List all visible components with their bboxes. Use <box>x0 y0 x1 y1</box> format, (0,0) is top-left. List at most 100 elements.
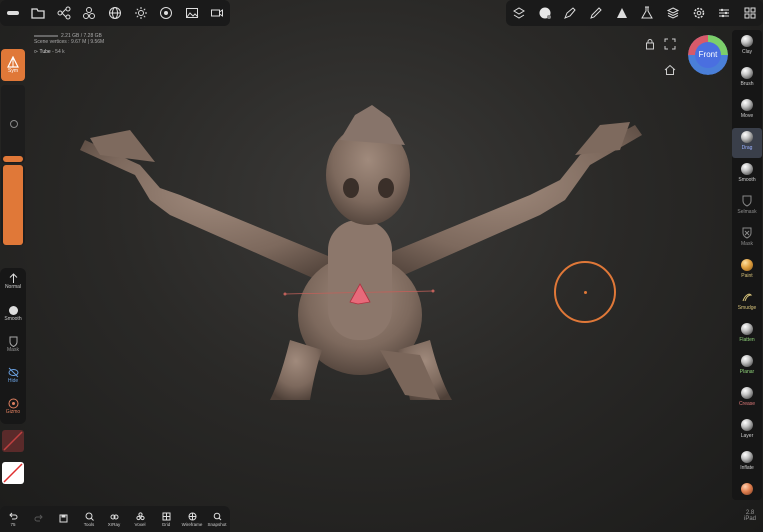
object-name[interactable]: ⊳ Tube - 54 k <box>34 49 65 55</box>
undo-button[interactable]: 75 <box>0 506 26 532</box>
wireframe-button[interactable]: Wireframe <box>179 506 205 532</box>
pill-icon[interactable] <box>0 0 26 26</box>
tool-next[interactable] <box>732 480 762 510</box>
tool-selmask[interactable]: Selmask <box>732 192 762 222</box>
memory-info: 2.21 GB / 7.28 GB Scene vertices : 9.67 … <box>34 33 104 45</box>
brush-cursor-center <box>584 291 587 294</box>
video-icon[interactable] <box>205 0 231 26</box>
undo-count: 75 <box>10 521 16 527</box>
symmetry-icon <box>7 56 19 68</box>
undo-icon <box>8 512 17 519</box>
gizmo-tool[interactable]: Gizmo <box>1 398 25 415</box>
sliders-icon[interactable] <box>712 0 738 26</box>
xray-button[interactable]: XrRay <box>101 506 127 532</box>
grid-button[interactable]: Grid <box>153 506 179 532</box>
tool-brush[interactable]: Brush <box>732 64 762 94</box>
grid-label: Grid <box>161 521 171 527</box>
snapshot-button[interactable]: Snapshot <box>204 506 230 532</box>
tool-mask[interactable]: Mask <box>732 224 762 254</box>
tool-clay[interactable]: Clay <box>732 32 762 62</box>
crease-icon <box>741 387 753 399</box>
grid-toggle-icon <box>162 512 170 520</box>
wireframe-icon <box>188 512 196 520</box>
redo-icon <box>34 514 43 522</box>
globe-icon[interactable] <box>102 0 128 26</box>
tool-smooth[interactable]: Smooth <box>732 160 762 190</box>
planar-icon <box>741 355 753 367</box>
hide-tool[interactable]: Hide <box>1 367 25 384</box>
stack-icon[interactable] <box>660 0 686 26</box>
flask-icon[interactable] <box>635 0 661 26</box>
tool-drag[interactable]: Drag <box>732 128 762 158</box>
next-tool-icon <box>741 483 753 495</box>
smooth-tool-label: Smooth <box>4 316 22 322</box>
snapshot-icon <box>213 512 221 520</box>
mask-tool[interactable]: Mask <box>1 336 25 353</box>
tool-layer[interactable]: Layer <box>732 416 762 446</box>
image-icon[interactable] <box>179 0 205 26</box>
gear-icon[interactable] <box>686 0 712 26</box>
save-button[interactable] <box>50 506 76 532</box>
folder-icon[interactable] <box>26 0 52 26</box>
top-right-toolbar <box>506 0 763 26</box>
lock-icon[interactable] <box>644 37 656 50</box>
normal-tool[interactable]: Normal <box>1 273 25 290</box>
color-swatch-secondary[interactable] <box>2 462 24 484</box>
voxel-button[interactable]: Voxel <box>127 506 153 532</box>
tools-button[interactable]: Tools <box>76 506 102 532</box>
redo-button[interactable] <box>25 506 51 532</box>
tools-icon <box>85 512 94 521</box>
voxel-label: Voxel <box>134 521 146 527</box>
radius-slider-dot <box>10 120 18 128</box>
tool-move[interactable]: Move <box>732 96 762 126</box>
sun-icon[interactable] <box>128 0 154 26</box>
material-ball-icon[interactable] <box>532 0 558 26</box>
mask-icon <box>9 336 17 347</box>
bottom-toolbar: 75 Tools XrRay Voxel Grid Wireframe Snap… <box>0 506 230 532</box>
spheres-icon[interactable] <box>77 0 103 26</box>
smooth-icon <box>8 306 18 315</box>
tool-planar[interactable]: Planar <box>732 352 762 382</box>
snapshot-label: Snapshot <box>207 521 227 527</box>
tool-crease[interactable]: Crease <box>732 384 762 414</box>
settings-circle-icon[interactable] <box>153 0 179 26</box>
move-icon <box>741 99 753 111</box>
triangle-icon[interactable] <box>609 0 635 26</box>
tool-smudge[interactable]: Smudge <box>732 288 762 318</box>
device-name: iPad <box>743 516 756 522</box>
tool-paint[interactable]: Paint <box>732 256 762 286</box>
pencil-icon[interactable] <box>583 0 609 26</box>
tool-inflate[interactable]: Inflate <box>732 448 762 478</box>
gizmo-tool-label: Gizmo <box>5 409 21 415</box>
grid-icon[interactable] <box>737 0 763 26</box>
smooth-tool[interactable]: Smooth <box>1 305 25 322</box>
gizmo-icon <box>8 398 18 409</box>
layers-stack-icon[interactable] <box>506 0 532 26</box>
clay-icon <box>741 35 753 47</box>
flatten-icon <box>741 323 753 335</box>
scene-tree-icon[interactable] <box>51 0 77 26</box>
object-name-label: Tube <box>39 49 51 55</box>
gizmo-front-label: Front <box>698 50 718 59</box>
viewport-model[interactable] <box>60 100 660 420</box>
selmask-icon <box>742 195 752 207</box>
color-swatch-primary[interactable] <box>2 430 24 452</box>
home-icon[interactable] <box>664 63 676 75</box>
save-icon <box>59 514 67 523</box>
fullscreen-icon[interactable] <box>664 37 676 50</box>
symmetry-button[interactable]: Sym <box>1 49 25 81</box>
hide-tool-label: Hide <box>7 378 19 384</box>
right-tool-strip: Clay Brush Move Drag Smooth Selmask Mask… <box>732 30 762 500</box>
radius-slider[interactable] <box>1 85 25 163</box>
intensity-slider-fill <box>3 165 23 245</box>
mask-tool-label: Mask <box>7 347 19 353</box>
xray-label: XrRay <box>107 521 121 527</box>
memory-bar <box>34 34 58 37</box>
object-detail: - 54 k <box>52 49 65 55</box>
brush-icon <box>741 67 753 79</box>
symmetry-label: Sym <box>8 68 18 74</box>
intensity-slider[interactable] <box>1 165 25 245</box>
paint-icon <box>741 259 753 271</box>
tool-flatten[interactable]: Flatten <box>732 320 762 350</box>
pen-icon[interactable] <box>557 0 583 26</box>
